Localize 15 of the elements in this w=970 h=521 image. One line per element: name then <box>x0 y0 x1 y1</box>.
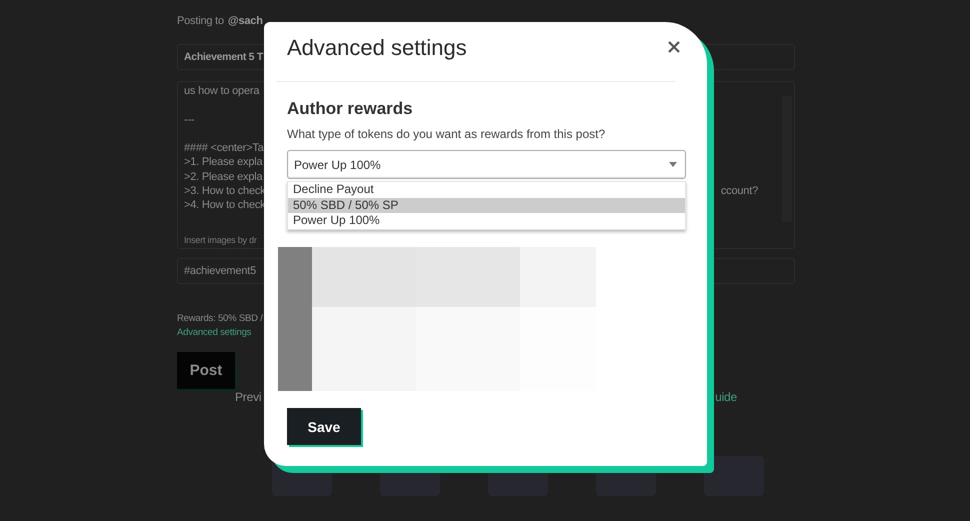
body-text-line: >1. Please expla <box>184 155 262 170</box>
body-text-line: --- <box>184 112 194 127</box>
dialog-title: Advanced settings <box>287 35 467 61</box>
posting-to-label: Posting to <box>177 15 224 29</box>
preview-label: Previ <box>235 390 262 404</box>
body-text-line: us how to opera <box>184 84 260 98</box>
body-text-line: >2. Please expla <box>184 170 262 184</box>
section-title: Author rewards <box>287 98 414 120</box>
rewards-text: Rewards: 50% SBD / <box>177 313 263 324</box>
body-text-line: ccount? <box>720 184 758 198</box>
body-text-line: #### <center>Ta <box>184 141 264 156</box>
body-text-line: >4. How to check <box>184 198 266 213</box>
body-text-line: >3. How to check <box>184 184 266 198</box>
image-hint: Insert images by dr <box>184 235 257 245</box>
question-text: What type of tokens do you want as rewards from this post? <box>287 126 606 142</box>
